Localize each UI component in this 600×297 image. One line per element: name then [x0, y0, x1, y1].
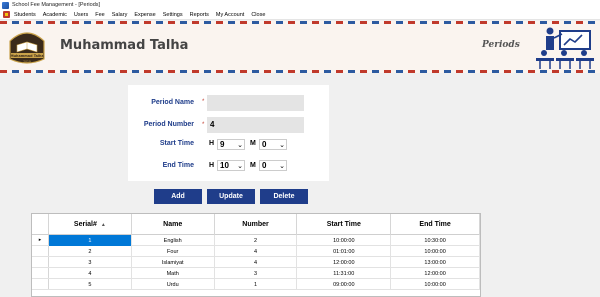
menu-expense[interactable]: Expense: [134, 12, 155, 18]
update-button[interactable]: Update: [207, 189, 255, 204]
row-header[interactable]: [32, 268, 49, 278]
table-cell[interactable]: 4: [49, 268, 132, 279]
table-cell[interactable]: 10:00:00: [391, 246, 480, 257]
table-cell[interactable]: 13:00:00: [391, 257, 480, 268]
menu-bar: Students Academic Users Fee Salary Expen…: [0, 10, 600, 20]
required-mark: *: [202, 122, 205, 128]
table-cell[interactable]: 1: [48, 235, 132, 246]
menu-academic[interactable]: Academic: [43, 12, 67, 18]
table-cell[interactable]: 3: [215, 268, 298, 279]
table-cell[interactable]: Four: [132, 246, 215, 257]
column-header-name[interactable]: Name: [132, 214, 215, 235]
header-banner: Muhammad Talha 2019 Muhammad Talha Perio…: [0, 21, 600, 73]
table-cell[interactable]: 3: [49, 257, 132, 268]
airmail-stripe-top: [0, 21, 600, 24]
app-icon: [2, 1, 9, 9]
periods-table[interactable]: Serial# ▲ Name Number Start Time End Tim…: [31, 213, 481, 297]
menu-settings[interactable]: Settings: [163, 12, 183, 18]
column-header-serial-label: Serial#: [73, 221, 97, 228]
menu-fee[interactable]: Fee: [95, 12, 104, 18]
table-row[interactable]: 3 Islamiyat 4 12:00:00 13:00:00: [32, 257, 480, 268]
logo-year: 2019: [23, 60, 31, 64]
page-label: Periods: [482, 40, 520, 50]
logo-text: Muhammad Talha: [10, 54, 44, 58]
end-hour-label: H: [209, 162, 215, 169]
start-hour-label: H: [209, 140, 215, 147]
table-cell[interactable]: 01:01:00: [297, 246, 392, 257]
table-cell[interactable]: English: [132, 235, 215, 246]
table-cell[interactable]: 2: [49, 246, 132, 257]
period-form: Period Name * Period Number * 4 Start Ti…: [128, 85, 329, 181]
table-cell[interactable]: 2: [215, 235, 298, 246]
table-cell[interactable]: Urdu: [132, 279, 215, 290]
menu-close[interactable]: Close: [251, 12, 265, 18]
menu-users[interactable]: Users: [74, 12, 88, 18]
row-header[interactable]: [32, 246, 49, 256]
start-hour-value: 9: [220, 140, 225, 149]
title-bar: School Fee Management - [Periods]: [0, 0, 600, 10]
column-header-serial[interactable]: Serial# ▲: [49, 214, 132, 235]
menu-my-account[interactable]: My Account: [216, 12, 244, 18]
table-cell[interactable]: 12:00:00: [297, 257, 392, 268]
end-hour-select[interactable]: 10 ⌄: [217, 160, 245, 171]
chevron-down-icon: ⌄: [279, 162, 285, 170]
end-minute-value: 0: [262, 161, 267, 170]
table-row[interactable]: ▸ 1 English 2 10:00:00 10:30:00: [32, 235, 480, 246]
table-cell[interactable]: 5: [49, 279, 132, 290]
column-header-number[interactable]: Number: [215, 214, 298, 235]
table-row[interactable]: 2 Four 4 01:01:00 10:00:00: [32, 246, 480, 257]
start-minute-select[interactable]: 0 ⌄: [259, 139, 287, 150]
row-header[interactable]: [32, 279, 49, 289]
row-header-corner: [32, 214, 49, 234]
end-minute-label: M: [250, 162, 256, 169]
chevron-down-icon: ⌄: [279, 141, 285, 149]
window-title: School Fee Management - [Periods]: [12, 2, 101, 8]
sort-ascending-icon: ▲: [100, 221, 106, 228]
table-cell[interactable]: 4: [215, 246, 298, 257]
table-row[interactable]: 4 Math 3 11:31:00 12:00:00: [32, 268, 480, 279]
table-cell[interactable]: 10:00:00: [297, 235, 392, 246]
current-row-arrow-icon: ▸: [32, 235, 49, 245]
column-header-start-time[interactable]: Start Time: [297, 214, 392, 235]
table-cell[interactable]: 11:31:00: [297, 268, 392, 279]
window-menu-icon[interactable]: [3, 11, 10, 18]
start-minute-value: 0: [262, 140, 267, 149]
table-cell[interactable]: Math: [132, 268, 215, 279]
table-cell[interactable]: 1: [215, 279, 298, 290]
period-number-label: Period Number: [143, 121, 194, 128]
start-minute-label: M: [250, 140, 256, 147]
end-time-label: End Time: [162, 162, 194, 169]
chevron-down-icon: ⌄: [237, 141, 243, 149]
start-time-label: Start Time: [159, 140, 194, 147]
table-cell[interactable]: 10:30:00: [391, 235, 480, 246]
row-header[interactable]: [32, 257, 49, 267]
period-name-input[interactable]: [207, 95, 304, 111]
school-logo-icon: Muhammad Talha 2019: [9, 32, 45, 64]
end-minute-select[interactable]: 0 ⌄: [259, 160, 287, 171]
column-header-end-time[interactable]: End Time: [391, 214, 480, 235]
menu-students[interactable]: Students: [14, 12, 36, 18]
menu-salary[interactable]: Salary: [112, 12, 128, 18]
required-mark: *: [202, 99, 205, 105]
period-number-input[interactable]: 4: [207, 117, 304, 133]
chevron-down-icon: ⌄: [237, 162, 243, 170]
table-cell[interactable]: 4: [215, 257, 298, 268]
table-cell[interactable]: Islamiyat: [132, 257, 215, 268]
start-hour-select[interactable]: 9 ⌄: [217, 139, 245, 150]
period-name-label: Period Name: [151, 99, 194, 106]
delete-button[interactable]: Delete: [260, 189, 308, 204]
menu-reports[interactable]: Reports: [190, 12, 209, 18]
table-cell[interactable]: 09:00:00: [297, 279, 392, 290]
end-hour-value: 10: [220, 161, 229, 170]
table-cell[interactable]: 10:00:00: [391, 279, 480, 290]
table-cell[interactable]: 12:00:00: [391, 268, 480, 279]
add-button[interactable]: Add: [154, 189, 202, 204]
classroom-icon: [536, 27, 594, 69]
airmail-stripe-bottom: [0, 70, 600, 73]
user-name: Muhammad Talha: [60, 38, 189, 53]
table-header: Serial# ▲ Name Number Start Time End Tim…: [32, 214, 480, 235]
table-row[interactable]: 5 Urdu 1 09:00:00 10:00:00: [32, 279, 480, 290]
